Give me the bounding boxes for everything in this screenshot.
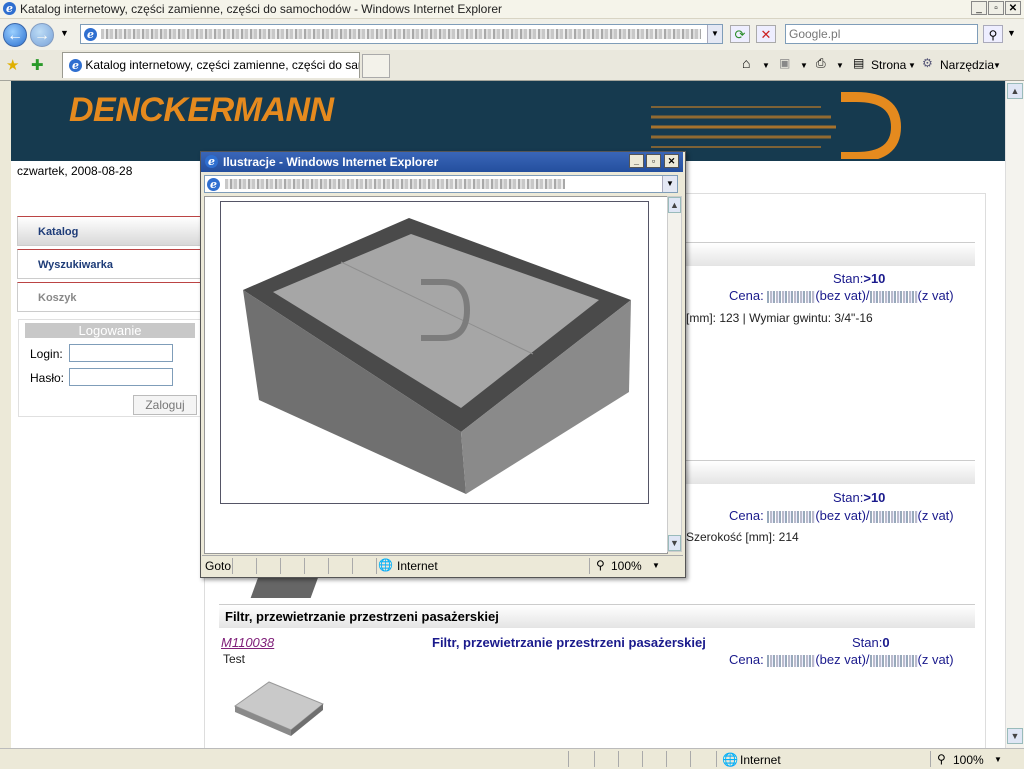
popup-scroll-up-icon[interactable]: ▲ (668, 197, 681, 213)
popup-title: Ilustracje - Windows Internet Explorer (223, 155, 439, 169)
login-title: Logowanie (25, 323, 195, 338)
popup-address-bar[interactable]: e ▼ (204, 175, 678, 193)
popup-minimize-button[interactable]: _ (629, 154, 644, 168)
login-panel: Logowanie Login: Hasło: Zaloguj (18, 319, 202, 417)
browser-title-bar: e Katalog internetowy, części zamienne, … (0, 0, 1024, 19)
home-dropdown-icon[interactable]: ▼ (762, 61, 770, 70)
menu-search[interactable]: Wyszukiwarka (17, 249, 201, 279)
tab-catalog[interactable]: e Katalog internetowy, części zamienne, … (62, 52, 360, 78)
page-icon-tool[interactable]: ▤ (853, 56, 864, 70)
page-scrollbar[interactable]: ▲ ▼ (1005, 81, 1024, 748)
zoom-dropdown-icon[interactable]: ▼ (994, 755, 1002, 764)
popup-maximize-button[interactable]: ▫ (646, 154, 661, 168)
close-button[interactable]: ✕ (1005, 1, 1021, 15)
address-dropdown-icon[interactable]: ▼ (707, 25, 722, 43)
new-tab-button[interactable] (362, 54, 390, 78)
home-icon[interactable]: ⌂ (742, 55, 750, 71)
popup-page-icon: e (207, 178, 220, 191)
status-bar: 🌐 Internet ⚲ 100% ▼ (0, 748, 1024, 769)
site-banner: DENCKERMANN (11, 81, 1005, 161)
internet-zone-icon: 🌐 (722, 752, 739, 767)
back-button[interactable]: ← (3, 23, 27, 47)
favorites-star-icon[interactable]: ★ (6, 56, 19, 74)
stock-status-2: Stan:>10 (833, 490, 886, 505)
search-icon[interactable]: ⚲ (983, 25, 1003, 43)
tools-gear-icon[interactable]: ⚙ (922, 56, 933, 70)
login-label: Login: (30, 347, 63, 361)
feeds-icon[interactable]: ▣ (779, 56, 790, 70)
stock-status-3: Stan:0 (852, 635, 890, 650)
maximize-button[interactable]: ▫ (988, 1, 1004, 15)
login-button[interactable]: Zaloguj (133, 395, 197, 415)
refresh-icon[interactable]: ⟳ (730, 25, 750, 43)
print-icon[interactable]: ⎙ (816, 56, 826, 71)
security-zone: Internet (740, 753, 781, 767)
price-2: Cena: (bez vat)/(z vat) (729, 508, 954, 523)
popup-zone: Internet (397, 559, 438, 573)
print-dropdown-icon[interactable]: ▼ (836, 61, 844, 70)
logo-emblem-icon (651, 92, 902, 159)
popup-ie-icon: e (205, 155, 218, 168)
search-options-icon[interactable]: ▼ (1007, 28, 1016, 38)
page-icon: e (84, 28, 97, 41)
price-3: Cena: (bez vat)/(z vat) (729, 652, 954, 667)
product-desc: Test (223, 652, 246, 666)
popup-zone-icon: 🌐 (378, 558, 393, 572)
popup-zoom-level[interactable]: 100% (611, 559, 642, 573)
site-logo[interactable]: DENCKERMANN (69, 91, 334, 130)
add-favorite-icon[interactable]: ✚ (31, 56, 44, 74)
blurred-url (101, 29, 701, 39)
popup-scrollbar[interactable]: ▲ ▼ (667, 196, 682, 552)
page-menu[interactable]: Strona (871, 58, 906, 72)
scroll-up-icon[interactable]: ▲ (1007, 83, 1023, 99)
product-spec-2: Szerokość [mm]: 214 (686, 530, 799, 544)
minimize-button[interactable]: _ (971, 1, 987, 15)
tools-menu[interactable]: Narzędzia (940, 58, 994, 72)
price-1: Cena: (bez vat)/(z vat) (729, 288, 954, 303)
stock-status-1: Stan:>10 (833, 271, 886, 286)
tab-label: Katalog internetowy, części zamienne, cz… (85, 58, 360, 72)
tab-page-icon: e (69, 59, 82, 72)
current-date: czwartek, 2008-08-28 (17, 164, 133, 178)
password-label: Hasło: (30, 371, 65, 385)
popup-status-bar: Goto 🌐 Internet ⚲ 100% ▼ (202, 555, 683, 575)
feeds-dropdown-icon[interactable]: ▼ (800, 61, 808, 70)
air-filter-image[interactable] (221, 202, 648, 503)
history-dropdown-icon[interactable]: ▼ (60, 28, 69, 38)
search-input[interactable]: Google.pl (785, 24, 978, 44)
scroll-down-icon[interactable]: ▼ (1007, 728, 1023, 744)
stop-icon[interactable]: ✕ (756, 25, 776, 43)
product-image-frame (220, 201, 649, 504)
tools-dropdown-icon[interactable]: ▼ (993, 61, 1001, 70)
menu-cart[interactable]: Koszyk (17, 282, 201, 312)
popup-status-text: Goto (205, 559, 232, 573)
tab-bar: ★ ✚ e Katalog internetowy, części zamien… (0, 50, 1024, 81)
address-toolbar: ← → ▼ e ▼ ⟳ ✕ Google.pl ⚲ ▼ (0, 19, 1024, 50)
product-code-link[interactable]: M110038 (221, 635, 274, 650)
product-name-link[interactable]: Filtr, przewietrzanie przestrzeni pasaże… (432, 635, 706, 650)
popup-viewport (204, 196, 668, 554)
ie-logo-icon: e (3, 2, 16, 15)
popup-title-bar: e Ilustracje - Windows Internet Explorer… (201, 152, 683, 172)
popup-zoom-icon[interactable]: ⚲ (596, 558, 605, 572)
popup-blurred-url (225, 179, 565, 189)
page-dropdown-icon[interactable]: ▼ (908, 61, 916, 70)
menu-catalog[interactable]: Katalog (17, 216, 201, 246)
product-thumbnail-3[interactable] (227, 678, 327, 740)
popup-close-button[interactable]: ✕ (664, 154, 679, 168)
section-header-3: Filtr, przewietrzanie przestrzeni pasaże… (219, 604, 975, 628)
address-bar[interactable]: e ▼ (80, 24, 723, 44)
zoom-level[interactable]: 100% (953, 753, 984, 767)
forward-button[interactable]: → (30, 23, 54, 47)
popup-scroll-down-icon[interactable]: ▼ (668, 535, 681, 551)
popup-zoom-dropdown-icon[interactable]: ▼ (652, 561, 660, 570)
zoom-icon[interactable]: ⚲ (937, 752, 946, 766)
popup-address-dropdown-icon[interactable]: ▼ (662, 176, 677, 192)
product-spec-1: [mm]: 123 | Wymiar gwintu: 3/4"-16 (686, 311, 873, 325)
password-input[interactable] (69, 368, 173, 386)
window-title: Katalog internetowy, części zamienne, cz… (20, 2, 502, 16)
illustration-popup: e Ilustracje - Windows Internet Explorer… (200, 151, 686, 578)
login-input[interactable] (69, 344, 173, 362)
